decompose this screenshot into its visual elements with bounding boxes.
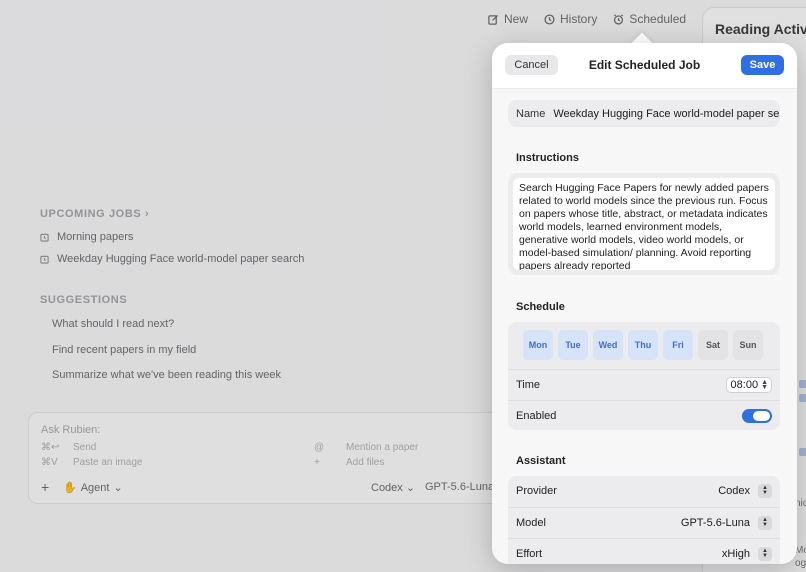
time-stepper[interactable]: 08:00 ▲ ▼ bbox=[725, 376, 772, 393]
instructions-card: Search Hugging Face Papers for newly add… bbox=[508, 173, 780, 275]
assistant-heading: Assistant bbox=[516, 455, 566, 467]
weekday-picker: Mon Tue Wed Thu Fri Sat Sun bbox=[523, 330, 763, 360]
provider-label: Provider bbox=[516, 485, 557, 497]
name-label: Name bbox=[516, 107, 546, 120]
time-row: Time 08:00 ▲ ▼ bbox=[508, 369, 780, 399]
provider-row[interactable]: Provider Codex ▲ ▼ bbox=[508, 476, 780, 506]
name-field[interactable]: Name Weekday Hugging Face world-model pa… bbox=[508, 100, 780, 127]
instructions-textarea[interactable]: Search Hugging Face Papers for newly add… bbox=[513, 178, 775, 270]
name-value[interactable]: Weekday Hugging Face world-model paper s… bbox=[553, 108, 780, 120]
day-toggle-sun[interactable]: Sun bbox=[733, 330, 763, 360]
up-down-chevron-icon[interactable]: ▲ ▼ bbox=[758, 546, 772, 561]
enabled-toggle[interactable] bbox=[742, 408, 772, 423]
effort-value: xHigh bbox=[721, 547, 750, 560]
effort-row[interactable]: Effort xHigh ▲ ▼ bbox=[508, 538, 780, 564]
day-toggle-sat[interactable]: Sat bbox=[698, 330, 728, 360]
model-label: Model bbox=[516, 516, 546, 529]
day-toggle-tue[interactable]: Tue bbox=[558, 330, 588, 360]
up-down-chevron-icon[interactable]: ▲ ▼ bbox=[758, 484, 772, 498]
model-row[interactable]: Model GPT-5.6-Luna ▲ ▼ bbox=[508, 507, 780, 537]
edit-scheduled-job-popover: Cancel Edit Scheduled Job Save Name Week… bbox=[492, 43, 797, 564]
up-down-chevron-icon[interactable]: ▲ ▼ bbox=[761, 379, 768, 391]
provider-value: Codex bbox=[718, 485, 750, 497]
up-down-chevron-icon[interactable]: ▲ ▼ bbox=[758, 515, 772, 530]
enabled-row: Enabled bbox=[508, 400, 780, 430]
instructions-heading: Instructions bbox=[516, 152, 579, 164]
enabled-label: Enabled bbox=[516, 409, 557, 422]
day-toggle-mon[interactable]: Mon bbox=[523, 330, 553, 360]
time-label: Time bbox=[516, 378, 541, 391]
schedule-heading: Schedule bbox=[516, 301, 565, 313]
day-toggle-thu[interactable]: Thu bbox=[628, 330, 658, 360]
day-toggle-wed[interactable]: Wed bbox=[593, 330, 623, 360]
time-value[interactable]: 08:00 bbox=[731, 379, 759, 391]
day-toggle-fri[interactable]: Fri bbox=[663, 330, 693, 360]
assistant-card: Provider Codex ▲ ▼ Model GPT-5.6-Luna ▲ ▼ … bbox=[508, 476, 780, 564]
effort-label: Effort bbox=[516, 547, 543, 560]
save-button[interactable]: Save bbox=[741, 55, 784, 75]
schedule-card: Mon Tue Wed Thu Fri Sat Sun Time 08:00 ▲… bbox=[508, 322, 780, 430]
toggle-knob bbox=[753, 410, 770, 421]
popover-header: Cancel Edit Scheduled Job Save bbox=[492, 43, 797, 89]
model-value: GPT-5.6-Luna bbox=[680, 516, 750, 529]
